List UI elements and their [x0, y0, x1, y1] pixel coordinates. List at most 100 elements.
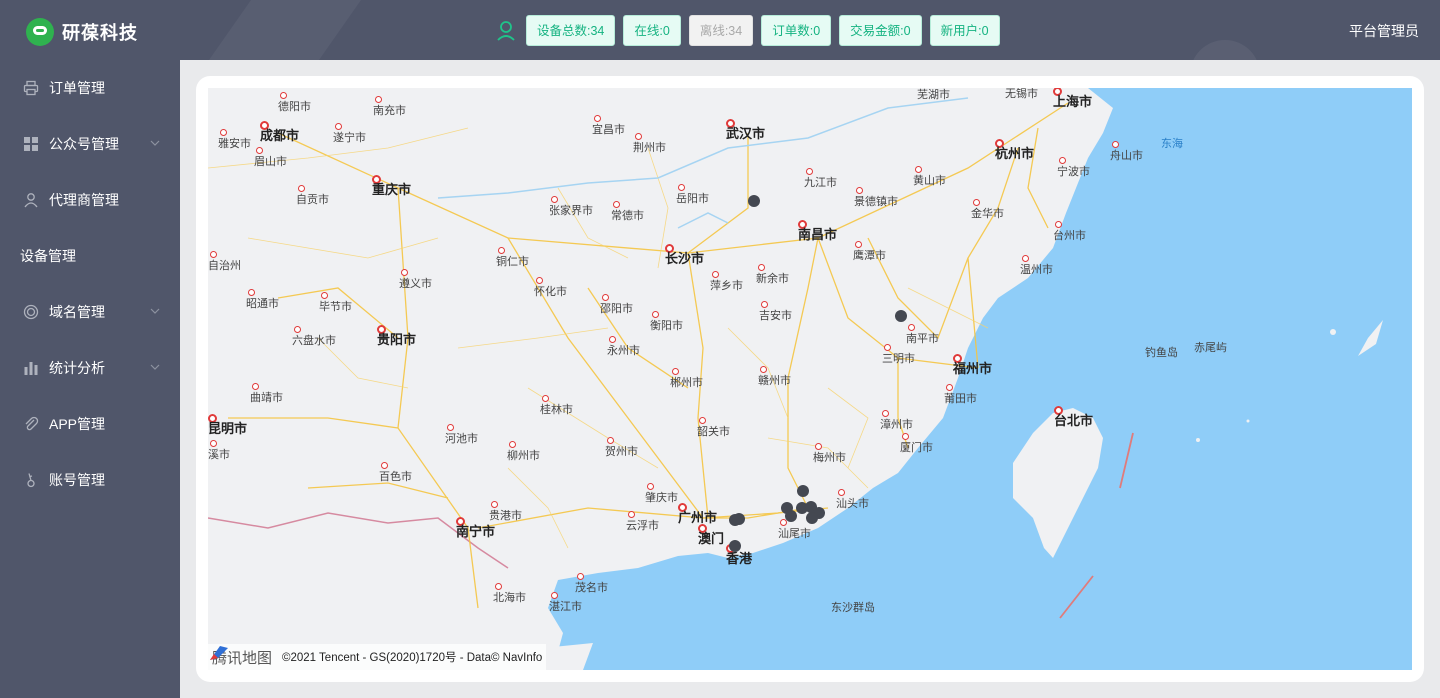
city-marker — [252, 383, 259, 390]
city-marker — [699, 417, 706, 424]
admin-user-menu[interactable]: 平台管理员 — [1349, 21, 1419, 41]
city-label: 梅州市 — [813, 452, 846, 464]
city-marker — [594, 115, 601, 122]
sidebar-item-devices[interactable]: 设备管理 — [0, 228, 180, 284]
city-marker — [628, 511, 635, 518]
city-label: 衡阳市 — [650, 320, 683, 332]
user-location-icon — [497, 20, 515, 41]
paperclip-icon — [25, 416, 39, 431]
city-marker — [635, 133, 642, 140]
city-marker — [381, 462, 388, 469]
main-panel: 德阳市 南充市 成都市 遂宁市 雅安市 眉山市 宜昌市 荆州市 武汉市 芜湖市 无锡市 上海市 舟山市 杭… — [196, 76, 1424, 682]
city-marker — [210, 440, 217, 447]
city-label: 宜昌市 — [592, 124, 625, 136]
device-marker[interactable] — [806, 512, 818, 524]
device-map[interactable]: 德阳市 南充市 成都市 遂宁市 雅安市 眉山市 宜昌市 荆州市 武汉市 芜湖市 无锡市 上海市 舟山市 杭… — [208, 88, 1412, 670]
device-marker[interactable] — [748, 195, 760, 207]
city-label: 赣州市 — [758, 375, 791, 387]
sidebar-item-label: 设备管理 — [20, 248, 76, 264]
sidebar-item-app[interactable]: APP管理 — [0, 396, 180, 452]
device-marker[interactable] — [785, 510, 797, 522]
city-label: 长沙市 — [665, 251, 705, 266]
sidebar-item-domains[interactable]: 域名管理 — [0, 284, 180, 340]
stat-orders[interactable]: 订单数:0 — [761, 15, 832, 46]
city-marker — [712, 271, 719, 278]
device-marker[interactable] — [895, 310, 907, 322]
sidebar-item-label: 账号管理 — [49, 472, 105, 488]
city-marker — [536, 277, 543, 284]
city-marker — [607, 437, 614, 444]
city-marker — [551, 196, 558, 203]
city-marker — [882, 410, 889, 417]
city-marker — [678, 184, 685, 191]
stat-new-users[interactable]: 新用户:0 — [929, 15, 1000, 46]
city-label: 百色市 — [379, 471, 412, 483]
city-marker — [509, 441, 516, 448]
city-label: 芜湖市 — [917, 89, 950, 101]
sidebar-item-statistics[interactable]: 统计分析 — [0, 340, 180, 396]
city-marker — [294, 326, 301, 333]
city-marker — [647, 483, 654, 490]
city-marker — [401, 269, 408, 276]
city-label: 荆州市 — [633, 142, 666, 154]
city-label: 重庆市 — [372, 182, 412, 197]
city-label: 台州市 — [1053, 230, 1086, 242]
city-marker — [1022, 255, 1029, 262]
top-header: 研葆科技 设备总数:34 在线:0 离线:34 订单数:0 交易金额:0 新用户… — [0, 0, 1440, 60]
city-label: 茂名市 — [575, 582, 608, 594]
city-label: 柳州市 — [507, 450, 540, 462]
device-marker[interactable] — [729, 540, 741, 552]
map-region-label: 东沙群岛 — [831, 602, 875, 614]
logo-icon — [26, 18, 54, 46]
sidebar-item-official-accounts[interactable]: 公众号管理 — [0, 116, 180, 172]
city-marker — [298, 185, 305, 192]
city-marker — [542, 395, 549, 402]
chevron-down-icon — [150, 140, 160, 146]
city-label: 贺州市 — [605, 446, 638, 458]
printer-icon — [23, 80, 39, 96]
city-label: 雅安市 — [218, 138, 251, 150]
stat-online[interactable]: 在线:0 — [623, 15, 681, 46]
city-marker — [577, 573, 584, 580]
city-marker — [946, 384, 953, 391]
city-label: 吉安市 — [759, 310, 792, 322]
header-decoration — [180, 0, 390, 60]
city-label: 莆田市 — [944, 393, 977, 405]
city-marker — [815, 443, 822, 450]
device-marker[interactable] — [729, 514, 741, 526]
sidebar-item-label: 域名管理 — [49, 304, 105, 320]
city-label: 南充市 — [373, 105, 406, 117]
sidebar-item-label: 公众号管理 — [49, 136, 119, 152]
city-label: 怀化市 — [534, 286, 567, 298]
city-label: 贵港市 — [489, 510, 522, 522]
city-marker — [609, 336, 616, 343]
bar-chart-icon — [24, 362, 38, 375]
city-label: 无锡市 — [1005, 88, 1038, 100]
chevron-down-icon — [150, 308, 160, 314]
sidebar-item-accounts[interactable]: 账号管理 — [0, 452, 180, 508]
stats-bar: 设备总数:34 在线:0 离线:34 订单数:0 交易金额:0 新用户:0 — [496, 15, 1008, 46]
stat-device-total[interactable]: 设备总数:34 — [526, 15, 616, 46]
logo[interactable]: 研葆科技 — [26, 18, 138, 46]
map-region-label: 钓鱼岛 — [1145, 347, 1178, 359]
city-label: 黄山市 — [913, 175, 946, 187]
city-label: 遵义市 — [399, 278, 432, 290]
city-label: 铜仁市 — [496, 256, 529, 268]
key-icon — [27, 473, 35, 488]
city-label: 萍乡市 — [710, 280, 743, 292]
city-label: 韶关市 — [697, 426, 730, 438]
device-marker[interactable] — [797, 485, 809, 497]
city-label: 曲靖市 — [250, 392, 283, 404]
city-label: 温州市 — [1020, 264, 1053, 276]
sidebar-item-agents[interactable]: 代理商管理 — [0, 172, 180, 228]
city-label: 广州市 — [678, 510, 718, 525]
city-marker — [375, 96, 382, 103]
city-marker — [321, 292, 328, 299]
city-label: 景德镇市 — [854, 196, 898, 208]
city-marker — [760, 366, 767, 373]
city-label: 澳门 — [698, 531, 725, 546]
city-marker — [908, 324, 915, 331]
stat-transaction-amount[interactable]: 交易金额:0 — [839, 15, 922, 46]
stat-offline[interactable]: 离线:34 — [688, 15, 754, 46]
sidebar-item-orders[interactable]: 订单管理 — [0, 60, 180, 116]
